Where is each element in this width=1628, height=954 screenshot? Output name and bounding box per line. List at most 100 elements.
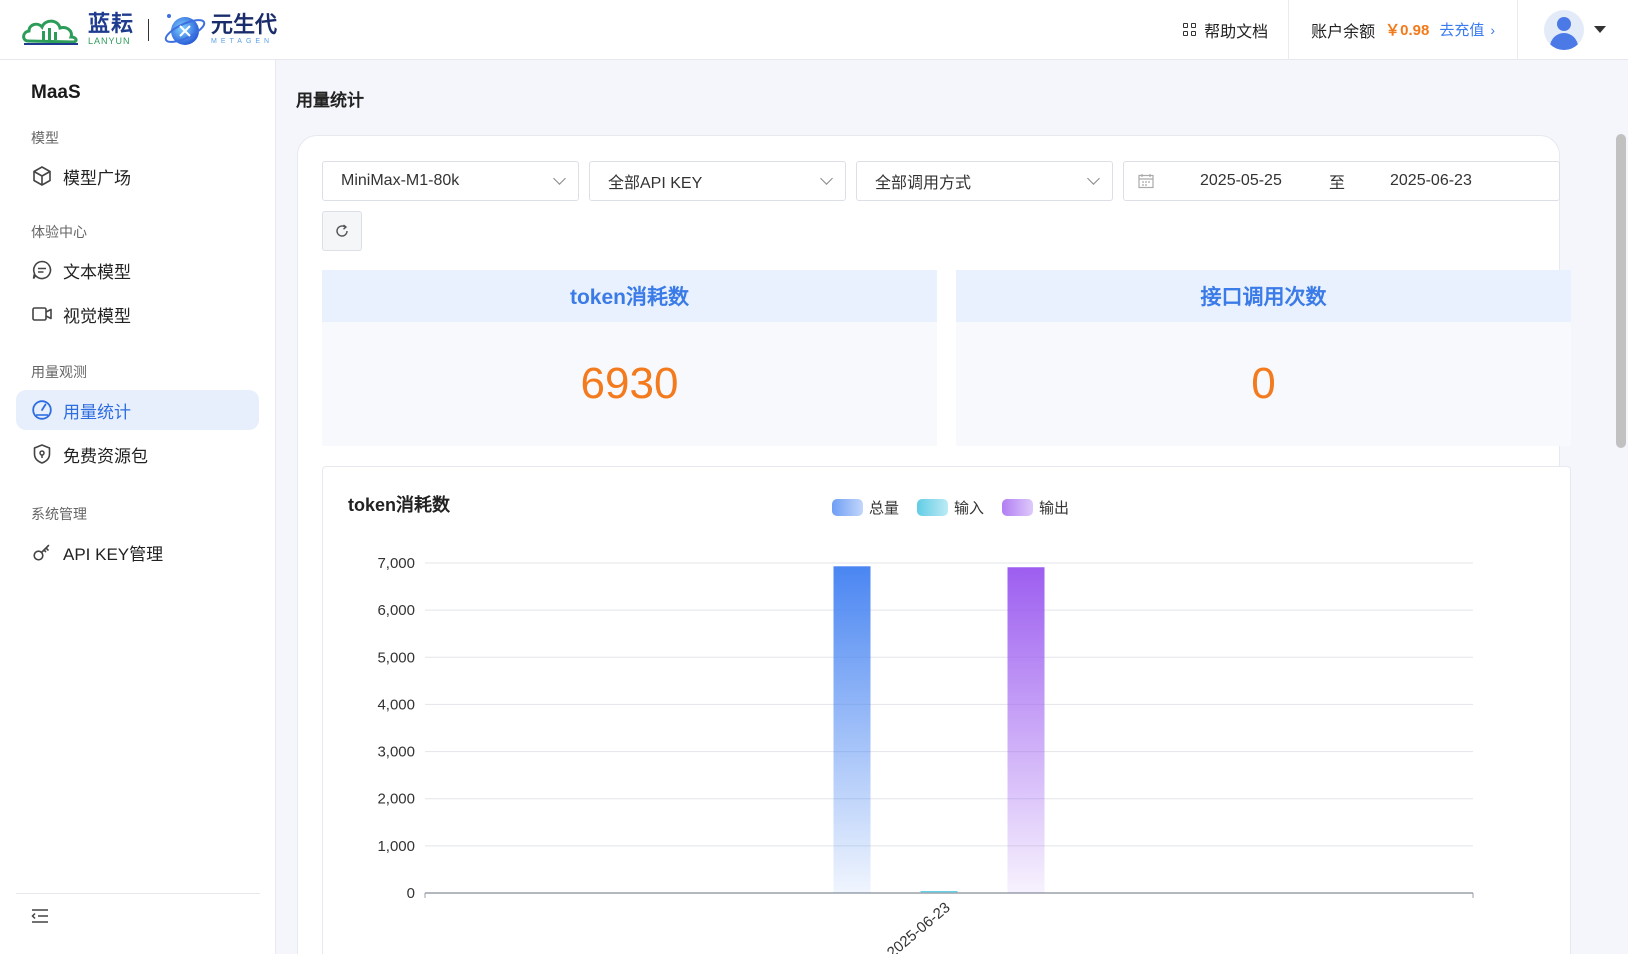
calendar-icon: [1138, 174, 1154, 189]
account-balance: 账户余额 ￥0.98 去充值 ›: [1288, 0, 1518, 60]
api-key-select[interactable]: 全部API KEY: [589, 161, 846, 201]
top-header: 蓝耘 LANYUN 元生代 METAGEN 帮助文档 账户余额 ￥0.98 去充…: [0, 0, 1628, 60]
avatar[interactable]: [1544, 9, 1584, 50]
legend-item[interactable]: 输出: [1002, 497, 1069, 518]
chevron-down-icon: [553, 172, 566, 185]
planet-logo-icon: [164, 13, 206, 45]
bar-总量: [833, 566, 871, 893]
y-tick-label: 5,000: [377, 649, 415, 666]
cloud-logo-icon: [22, 19, 78, 45]
sidebar-item-label: 视觉模型: [63, 306, 131, 326]
chevron-down-icon: [820, 172, 833, 185]
sidebar-footer: [16, 893, 260, 924]
token-bar-chart: 0 1,000 2,000 3,000 4,000 5,000 6,000 7,000 2025…: [377, 555, 1474, 954]
sidebar-item-label: API KEY管理: [63, 544, 164, 564]
header-actions: 帮助文档 账户余额 ￥0.98 去充值 ›: [1163, 0, 1628, 60]
brand-lanyun-cn: 蓝耘: [88, 11, 135, 36]
sidebar-item-api-key[interactable]: API KEY管理: [16, 532, 259, 572]
logo-divider: [148, 18, 150, 41]
chevron-down-icon: [1087, 172, 1100, 185]
chart-legend: 总量 输入 输出: [832, 497, 1087, 518]
calls-stat-card: 接口调用次数 0: [956, 270, 1571, 446]
sidebar-group-usage: 用量观测: [31, 364, 87, 380]
balance-amount: ￥0.98: [1385, 22, 1430, 39]
collapse-menu-icon[interactable]: [31, 908, 49, 924]
logo[interactable]: 蓝耘 LANYUN 元生代 METAGEN: [20, 0, 277, 60]
user-menu[interactable]: [1518, 0, 1628, 60]
page-title: 用量统计: [296, 91, 364, 110]
y-tick-label: 0: [407, 885, 415, 902]
model-select[interactable]: MiniMax-M1-80k: [322, 161, 579, 201]
y-tick-label: 7,000: [377, 555, 415, 572]
chart-title: token消耗数: [348, 495, 451, 515]
calls-stat-value: 0: [1251, 359, 1276, 408]
legend-swatch: [917, 499, 949, 516]
sidebar-item-label: 用量统计: [63, 402, 131, 422]
bar-输出: [1007, 567, 1045, 893]
token-chart-panel: 0 1,000 2,000 3,000 4,000 5,000 6,000 7,000 2025…: [322, 466, 1571, 954]
sidebar-item-label: 免费资源包: [63, 446, 148, 466]
call-type-select[interactable]: 全部调用方式: [856, 161, 1113, 201]
shield-icon: [31, 443, 53, 465]
brand-metagen-cn: 元生代: [211, 12, 278, 37]
bar-输入: [920, 891, 958, 893]
token-stat-label: token消耗数: [322, 270, 937, 322]
y-tick-label: 6,000: [377, 602, 415, 619]
filter-bar: MiniMax-M1-80k 全部API KEY 全部调用方式 2025-05-…: [322, 161, 1560, 201]
sidebar-item-label: 文本模型: [63, 262, 131, 282]
grid-icon: [1183, 23, 1197, 36]
recharge-link[interactable]: 去充值: [1439, 19, 1484, 40]
date-start[interactable]: 2025-05-25: [1200, 172, 1282, 190]
sidebar-item-free-package[interactable]: 免费资源包: [16, 434, 259, 474]
call-type-select-value: 全部调用方式: [875, 175, 972, 192]
cube-icon: [31, 165, 53, 187]
sidebar-item-vision-model[interactable]: 视觉模型: [16, 294, 259, 334]
brand-metagen: 元生代 METAGEN: [211, 12, 278, 46]
help-doc-link[interactable]: 帮助文档: [1163, 0, 1288, 60]
y-tick-label: 2,000: [377, 791, 415, 808]
legend-swatch: [832, 499, 863, 516]
legend-label: 输入: [954, 500, 985, 517]
sidebar-group-system: 系统管理: [31, 506, 87, 522]
usage-card: MiniMax-M1-80k 全部API KEY 全部调用方式 2025-05-…: [297, 135, 1571, 954]
model-select-value: MiniMax-M1-80k: [341, 172, 460, 189]
balance-label: 账户余额: [1311, 23, 1376, 41]
token-stat-value: 6930: [580, 359, 679, 408]
chevron-right-icon[interactable]: ›: [1490, 22, 1495, 38]
legend-label: 输出: [1039, 500, 1070, 517]
legend-label: 总量: [869, 500, 900, 517]
refresh-button[interactable]: [322, 211, 362, 251]
sidebar-item-usage-stats[interactable]: 用量统计: [16, 390, 259, 430]
y-tick-label: 3,000: [377, 744, 415, 761]
key-icon: [31, 541, 53, 563]
date-range-picker[interactable]: 2025-05-25 至 2025-06-23: [1123, 161, 1560, 201]
calls-stat-label: 接口调用次数: [956, 270, 1571, 322]
caret-down-icon[interactable]: [1594, 26, 1606, 33]
date-separator: 至: [1329, 175, 1346, 192]
legend-item[interactable]: 输入: [917, 497, 984, 518]
refresh-icon: [336, 224, 348, 237]
gauge-icon: [31, 399, 53, 421]
sidebar-item-text-model[interactable]: 文本模型: [16, 250, 259, 290]
sidebar-item-label: 模型广场: [63, 168, 131, 188]
page-scrollbar[interactable]: [1616, 134, 1626, 448]
video-icon: [31, 303, 53, 325]
token-stat-card: token消耗数 6930: [322, 270, 937, 446]
sidebar: MaaS 模型 模型广场 体验中心 文本模型 视觉模型 用量观测 用量统计 免费…: [0, 60, 276, 954]
date-end[interactable]: 2025-06-23: [1390, 172, 1472, 190]
x-tick-label: 2025-06-23: [884, 899, 954, 954]
sidebar-group-model: 模型: [31, 130, 59, 146]
sidebar-title: MaaS: [31, 82, 81, 103]
brand-lanyun-en: LANYUN: [88, 36, 131, 46]
chat-icon: [31, 259, 53, 281]
api-key-select-value: 全部API KEY: [608, 175, 703, 192]
sidebar-item-model-square[interactable]: 模型广场: [16, 156, 259, 196]
help-doc-label: 帮助文档: [1204, 23, 1269, 41]
sidebar-group-experience: 体验中心: [31, 224, 87, 240]
main-content: 用量统计 MiniMax-M1-80k 全部API KEY 全部调用方式 202…: [277, 60, 1628, 954]
brand-metagen-en: METAGEN: [211, 38, 274, 45]
legend-item[interactable]: 总量: [832, 497, 899, 518]
y-tick-label: 1,000: [377, 838, 415, 855]
y-tick-label: 4,000: [377, 696, 415, 713]
brand-lanyun: 蓝耘 LANYUN: [88, 13, 134, 46]
